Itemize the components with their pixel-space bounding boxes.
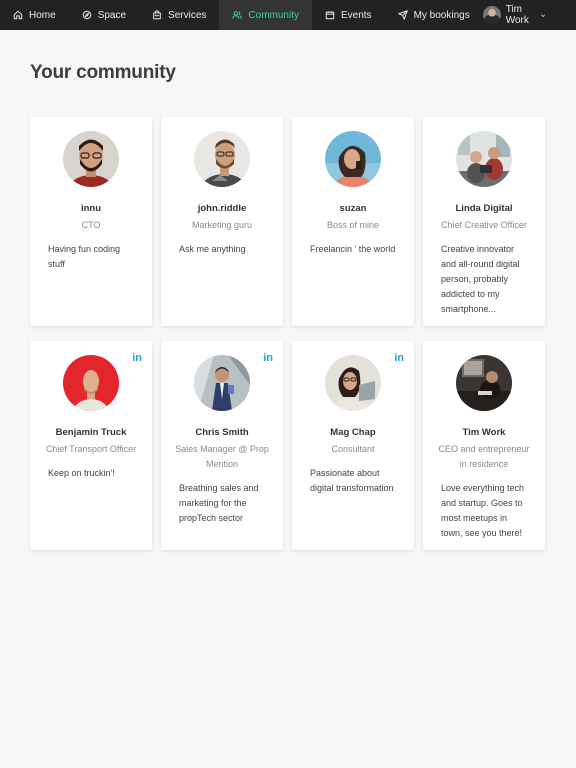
- nav-community[interactable]: Community: [219, 0, 312, 30]
- nav-services[interactable]: Services: [139, 0, 219, 30]
- member-card[interactable]: suzan Boss of mine Freelancin ' the worl…: [292, 117, 414, 326]
- member-photo: [325, 131, 381, 187]
- member-photo: [194, 131, 250, 187]
- nav-services-label: Services: [168, 9, 207, 21]
- member-name: innu: [80, 203, 102, 214]
- member-bio: Creative innovator and all-round digital…: [441, 244, 520, 314]
- member-name: suzan: [339, 203, 367, 214]
- nav-space[interactable]: Space: [69, 0, 139, 30]
- nav-events[interactable]: Events: [312, 0, 385, 30]
- send-icon: [397, 10, 408, 20]
- member-bio: Freelancin ' the world: [310, 244, 396, 254]
- member-photo: [456, 355, 512, 411]
- member-name: Chris Smith: [195, 427, 249, 438]
- member-card[interactable]: in Chris Smith Sales Manager @ Prop Ment…: [161, 341, 283, 550]
- member-role: Sales Manager @ Prop Mention: [175, 444, 269, 469]
- member-bio: Keep on truckin'!: [48, 468, 115, 478]
- member-name: Linda Digital: [455, 203, 513, 214]
- member-role: Consultant: [331, 444, 375, 454]
- nav-home[interactable]: Home: [0, 0, 69, 30]
- member-photo: [63, 355, 119, 411]
- avatar: [482, 6, 501, 24]
- member-grid: innu CTO Having fun coding stuff john.ri…: [30, 117, 545, 550]
- users-icon: [232, 11, 243, 19]
- nav-space-label: Space: [97, 9, 127, 21]
- member-photo: [194, 355, 250, 411]
- compass-icon: [82, 10, 91, 20]
- calendar-icon: [325, 11, 335, 20]
- member-bio: Love everything tech and startup. Goes t…: [441, 483, 525, 538]
- nav-events-label: Events: [340, 9, 372, 21]
- top-navigation: Home Space Services Community Events My …: [0, 0, 576, 30]
- member-photo: [63, 131, 119, 187]
- bag-icon: [153, 10, 161, 20]
- member-card[interactable]: john.riddle Marketing guru Ask me anythi…: [161, 117, 283, 326]
- nav-bookings[interactable]: My bookings: [385, 0, 483, 30]
- nav-home-label: Home: [29, 9, 56, 21]
- member-bio: Breathing sales and marketing for the pr…: [179, 483, 259, 523]
- linkedin-icon[interactable]: in: [132, 352, 142, 364]
- nav-community-label: Community: [248, 9, 299, 21]
- member-role: Chief Creative Officer: [441, 220, 527, 230]
- nav-bookings-label: My bookings: [413, 9, 470, 21]
- linkedin-icon[interactable]: in: [394, 352, 404, 364]
- member-role: Chief Transport Officer: [45, 444, 137, 454]
- member-bio: Passionate about digital transformation: [310, 468, 394, 493]
- member-role: Boss of mine: [326, 220, 380, 230]
- linkedin-icon[interactable]: in: [263, 352, 273, 364]
- chevron-down-icon: [540, 14, 545, 17]
- member-card[interactable]: in Mag Chap Consultant Passionate about …: [292, 341, 414, 550]
- member-role: Marketing guru: [191, 220, 253, 230]
- member-role: CEO and entrepreneur in residence: [438, 444, 530, 469]
- member-card[interactable]: innu CTO Having fun coding stuff: [30, 117, 152, 326]
- member-card[interactable]: Linda Digital Chief Creative Officer Cre…: [423, 117, 545, 326]
- member-card[interactable]: Tim Work CEO and entrepreneur in residen…: [423, 341, 545, 550]
- member-bio: Ask me anything: [179, 244, 246, 254]
- member-photo: [456, 131, 512, 187]
- home-icon: [13, 10, 23, 20]
- member-photo: [325, 355, 381, 411]
- member-bio: Having fun coding stuff: [48, 244, 121, 269]
- member-name: Tim Work: [462, 427, 506, 438]
- user-name: Tim Work: [505, 4, 529, 26]
- member-name: john.riddle: [197, 203, 247, 214]
- member-name: Benjamin Truck: [55, 427, 127, 438]
- member-role: CTO: [81, 220, 101, 230]
- page-title: Your community: [30, 62, 176, 83]
- member-card[interactable]: in Benjamin Truck Chief Transport Office…: [30, 341, 152, 550]
- member-name: Mag Chap: [330, 427, 376, 438]
- user-menu[interactable]: Tim Work: [482, 0, 576, 30]
